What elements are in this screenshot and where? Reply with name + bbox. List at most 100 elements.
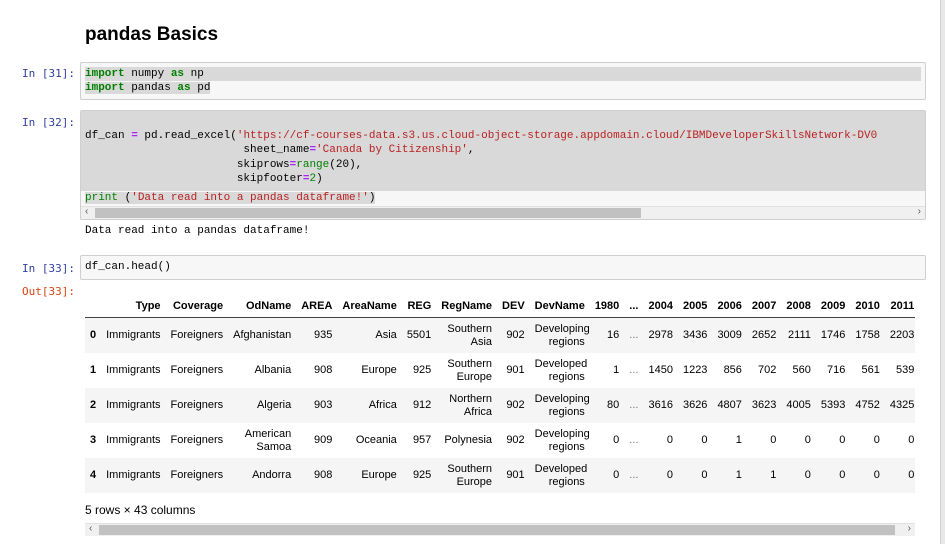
table-cell: 925: [412, 364, 432, 377]
table-cell: 561: [861, 364, 880, 377]
table-row: 3 Immigrants Foreigners American Samoa 909 Oc…: [85, 423, 915, 458]
operator: =: [131, 130, 138, 143]
column-header: ...: [624, 295, 644, 318]
column-header: REG: [401, 295, 437, 318]
table-cell: Southern Europe: [436, 458, 498, 493]
code-text: df_can: [85, 130, 132, 143]
table-cell: 3009: [712, 317, 747, 353]
code-text: (20),: [329, 158, 363, 171]
table-cell: Andorra: [228, 458, 297, 493]
row-index: 0: [85, 317, 102, 353]
table-cell: 80: [589, 388, 625, 423]
code-text: skipfooter: [85, 172, 303, 185]
column-header: 2010: [850, 295, 885, 318]
table-cell: 3626: [677, 388, 713, 423]
table-cell: 4325: [884, 388, 915, 423]
code-cell-31[interactable]: import numpy as np import pandas as pd: [80, 62, 926, 100]
table-cell: 4752: [850, 388, 885, 423]
table-cell: 4807: [712, 388, 747, 423]
code-text: sheet_name: [85, 144, 310, 157]
scrollbar-thumb[interactable]: [95, 208, 641, 218]
table-cell: Southern Asia: [436, 317, 498, 353]
table-cell: 716: [827, 364, 846, 377]
table-row: 2 Immigrants Foreigners Algeria 903 Africa 912…: [85, 388, 915, 423]
column-header: DEV: [497, 295, 530, 318]
table-cell: 0: [666, 434, 673, 447]
table-cell: 3616: [643, 388, 678, 423]
code-horizontal-scrollbar[interactable]: ‹ ›: [81, 206, 925, 219]
builtin: range: [296, 158, 330, 171]
table-cell: Immigrants: [106, 434, 161, 447]
table-cell: 1: [735, 434, 742, 447]
code-text: pd.read_excel(: [137, 130, 237, 143]
string: 'Data read into a pandas dataframe!': [131, 192, 369, 204]
table-cell: 4005: [781, 388, 816, 423]
table-cell: 908: [296, 458, 338, 493]
table-cell: Asia: [337, 317, 402, 353]
table-cell: 560: [792, 364, 811, 377]
table-cell: Europe: [337, 458, 402, 493]
table-cell: Africa: [337, 388, 402, 423]
table-cell: 0: [613, 434, 620, 447]
table-cell: Developing regions: [529, 388, 590, 423]
table-cell: 0: [839, 434, 846, 447]
table-cell: 935: [296, 317, 338, 353]
table-cell: 0: [850, 458, 885, 493]
table-cell: 902: [497, 388, 530, 423]
table-cell: 2652: [746, 317, 782, 353]
code-text: df_can.head(): [85, 261, 171, 273]
table-cell: Southern Europe: [447, 358, 493, 383]
column-header: 1980: [589, 295, 625, 318]
table-cell: 1: [712, 458, 747, 493]
table-cell: 1: [746, 458, 782, 493]
code-cell-32[interactable]: df_can = pd.read_excel('https://cf-cours…: [80, 110, 926, 220]
scrollbar-thumb[interactable]: [99, 525, 895, 535]
table-cell: 0: [701, 434, 708, 447]
table-cell: Developing regions: [534, 428, 590, 453]
output-horizontal-scrollbar[interactable]: ‹ ›: [85, 523, 915, 536]
table-cell: 3436: [677, 317, 713, 353]
table-cell: 702: [758, 364, 777, 377]
column-header: 2011: [884, 295, 915, 318]
table-cell: Developed regions: [534, 358, 588, 383]
column-header: 2004: [643, 295, 678, 318]
code-text: ): [368, 192, 376, 204]
table-cell: American Samoa: [244, 428, 292, 453]
table-cell: ...: [624, 458, 644, 493]
page-scrollbar[interactable]: [940, 0, 945, 544]
code-text: np: [184, 68, 204, 80]
table-cell: 1746: [815, 317, 851, 353]
column-header: 2006: [712, 295, 747, 318]
table-cell: Immigrants: [101, 458, 166, 493]
table-cell: 1: [613, 364, 620, 377]
table-cell: Algeria: [228, 388, 297, 423]
keyword: as: [177, 82, 191, 95]
table-cell: 0: [677, 458, 713, 493]
table-cell: 901: [506, 364, 525, 377]
column-header: DevName: [529, 295, 590, 318]
cell-33-out-prompt: Out[33]:: [22, 285, 75, 298]
table-cell: Foreigners: [165, 317, 229, 353]
column-header: 2008: [781, 295, 816, 318]
table-cell: 1758: [850, 317, 885, 353]
dataframe-table: Type Coverage OdName AREA AreaName REG RegName…: [85, 295, 915, 493]
column-header: RegName: [436, 295, 498, 318]
table-row: 4 Immigrants Foreigners Andorra 908 Europe 925…: [85, 458, 915, 493]
table-cell: 1450: [648, 364, 673, 377]
code-text: skiprows: [85, 158, 290, 171]
scroll-right-icon[interactable]: ›: [918, 206, 921, 217]
table-cell: 908: [314, 364, 333, 377]
column-header: OdName: [228, 295, 297, 318]
code-text: numpy: [124, 68, 171, 80]
scroll-left-icon[interactable]: ‹: [89, 523, 92, 534]
table-cell: Foreigners: [165, 458, 229, 493]
scroll-right-icon[interactable]: ›: [908, 523, 911, 534]
scroll-left-icon[interactable]: ‹: [85, 206, 88, 217]
cell-31-prompt: In [31]:: [22, 67, 75, 80]
table-cell: 539: [895, 364, 915, 377]
code-cell-33[interactable]: df_can.head(): [80, 255, 926, 280]
table-cell: 0: [781, 458, 816, 493]
code-text: ,: [467, 144, 475, 157]
code-line: import numpy as np: [85, 67, 921, 82]
builtin: print: [85, 192, 119, 204]
